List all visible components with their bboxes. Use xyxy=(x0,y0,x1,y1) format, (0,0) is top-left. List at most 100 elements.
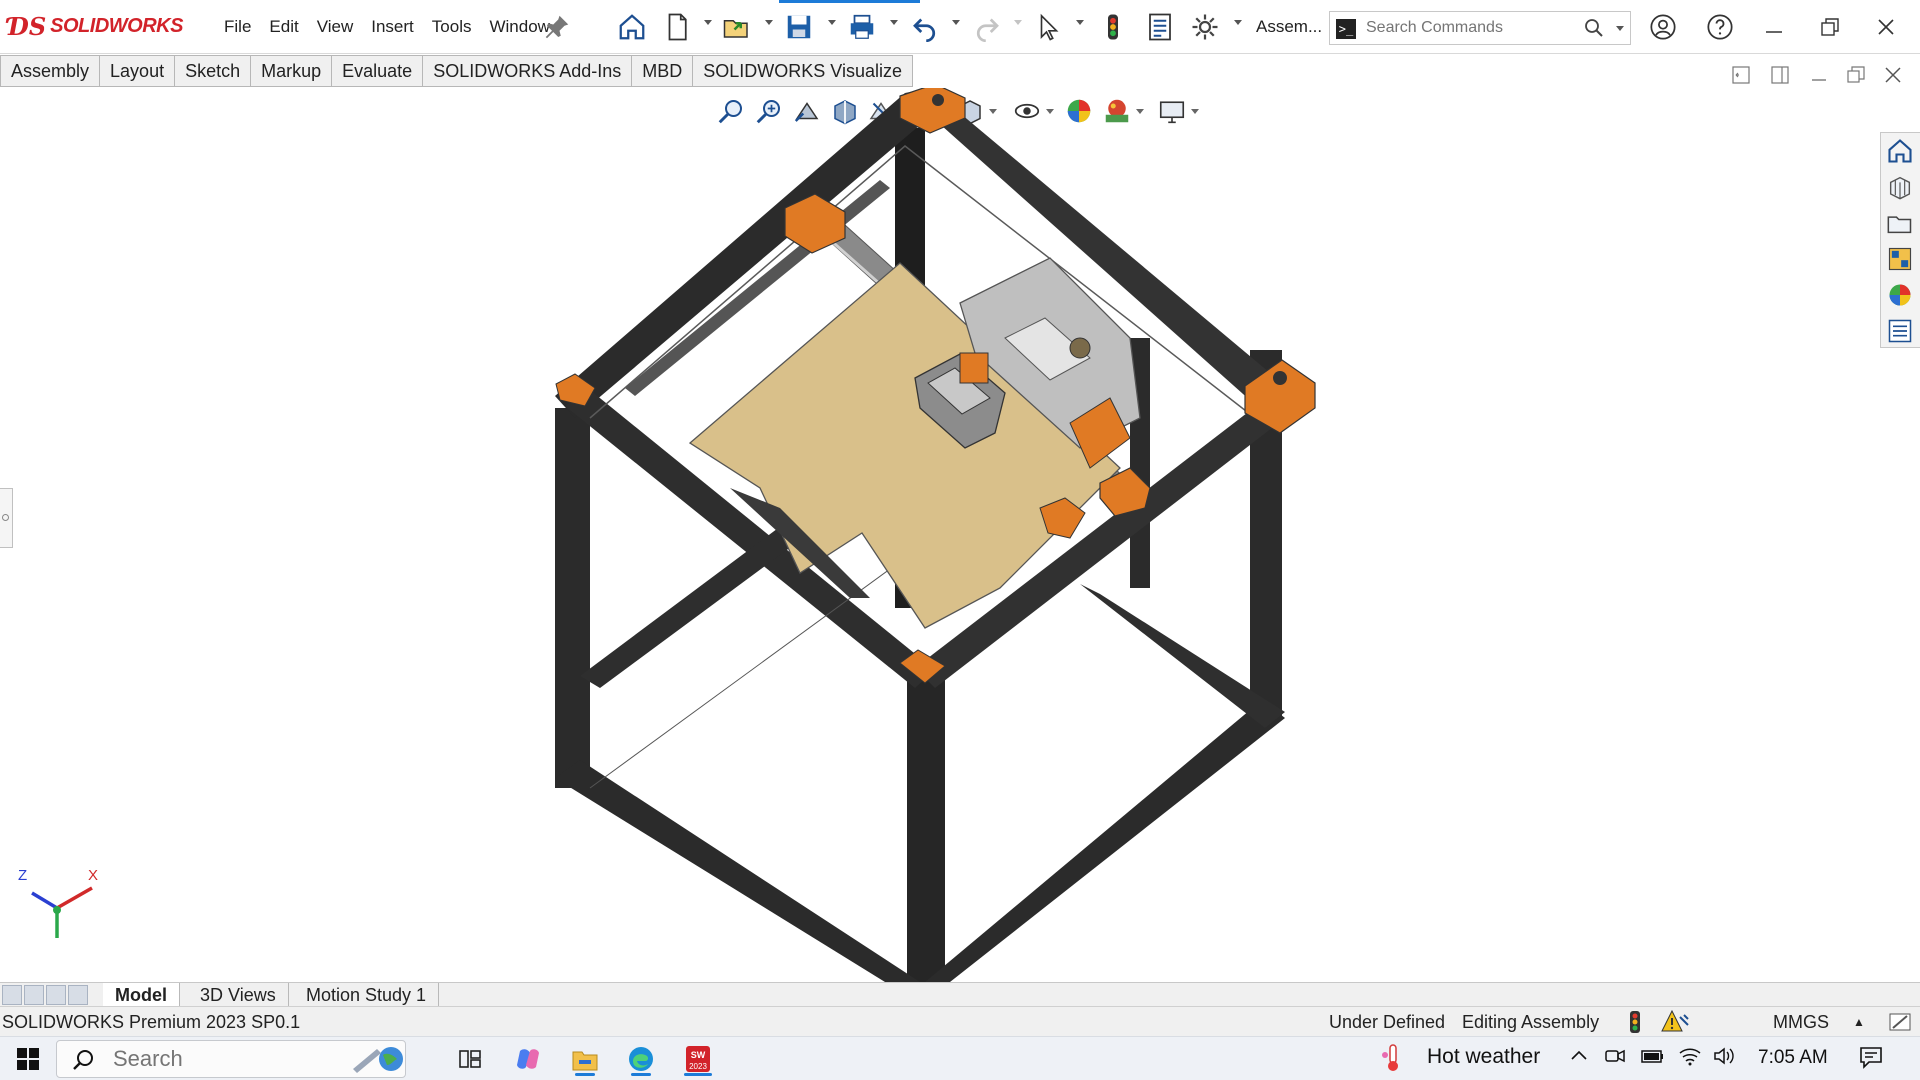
next-tab-arrow-icon[interactable] xyxy=(46,985,66,1005)
windows-search-input[interactable] xyxy=(113,1047,313,1071)
options-dropdown-icon[interactable] xyxy=(1234,20,1242,25)
menu-tools[interactable]: Tools xyxy=(423,17,481,37)
menu-view[interactable]: View xyxy=(308,17,363,37)
battery-icon[interactable] xyxy=(1640,1045,1666,1073)
pin-menu-icon[interactable] xyxy=(540,10,574,44)
doc-tile-right-icon[interactable] xyxy=(1769,64,1791,91)
unit-system-dropdown-icon[interactable]: ▲ xyxy=(1853,1015,1865,1029)
solidworks-version-badge: 2023 xyxy=(689,1062,707,1071)
printer-assembly-model[interactable] xyxy=(0,88,1920,982)
rebuild-traffic-light-icon[interactable] xyxy=(1096,10,1130,44)
windows-search-box[interactable] xyxy=(56,1040,406,1078)
unit-system-text[interactable]: MMGS xyxy=(1773,1012,1829,1033)
tab-sketch[interactable]: Sketch xyxy=(175,56,252,86)
minimize-window-icon[interactable] xyxy=(1754,12,1794,42)
tab-evaluate[interactable]: Evaluate xyxy=(332,56,424,86)
command-manager-tabs: Assembly Layout Sketch Markup Evaluate S… xyxy=(0,55,913,87)
print-icon[interactable] xyxy=(845,10,879,44)
appearances-scenes-icon[interactable] xyxy=(1881,277,1919,313)
editing-mode-text: Editing Assembly xyxy=(1462,1012,1600,1032)
show-hidden-icons-chevron[interactable] xyxy=(1568,1043,1590,1075)
user-account-icon[interactable] xyxy=(1643,12,1683,42)
tab-solidworks-visualize[interactable]: SOLIDWORKS Visualize xyxy=(693,56,912,86)
product-version-text: SOLIDWORKS Premium 2023 SP0.1 xyxy=(2,1012,301,1032)
file-properties-icon[interactable] xyxy=(1143,10,1177,44)
restore-window-icon[interactable] xyxy=(1810,12,1850,42)
view-palette-icon[interactable] xyxy=(1881,241,1919,277)
command-prompt-icon: >_ xyxy=(1336,19,1356,39)
triad-z-label: Z xyxy=(18,867,27,884)
close-window-icon[interactable] xyxy=(1866,12,1906,42)
meet-video-icon[interactable] xyxy=(1604,1045,1626,1073)
redo-icon xyxy=(970,10,1004,44)
menu-insert[interactable]: Insert xyxy=(362,17,423,37)
undo-icon[interactable] xyxy=(908,10,942,44)
solidworks-logo[interactable]: ƊS SOLIDWORKS xyxy=(8,12,183,41)
design-library-icon[interactable] xyxy=(1881,169,1919,205)
tab-3d-views[interactable]: 3D Views xyxy=(188,983,289,1007)
task-view-icon[interactable] xyxy=(452,1041,488,1077)
search-commands-box[interactable]: >_ xyxy=(1329,11,1631,45)
weather-text[interactable]: Hot weather xyxy=(1427,1045,1540,1069)
open-icon[interactable] xyxy=(720,10,754,44)
save-icon[interactable] xyxy=(782,10,816,44)
undo-dropdown-icon[interactable] xyxy=(952,20,960,25)
explorer-active-indicator xyxy=(575,1073,595,1076)
tab-solidworks-add-ins[interactable]: SOLIDWORKS Add-Ins xyxy=(423,56,633,86)
task-pane xyxy=(1880,132,1920,348)
last-tab-arrow-icon[interactable] xyxy=(68,985,88,1005)
solidworks-resources-icon[interactable] xyxy=(1881,133,1919,169)
search-icon[interactable] xyxy=(1582,16,1606,45)
previous-tab-arrow-icon[interactable] xyxy=(24,985,44,1005)
tab-markup[interactable]: Markup xyxy=(251,56,333,86)
windows-taskbar: SW 2023 Hot weather 7:05 AM xyxy=(0,1036,1920,1080)
edge-browser-icon[interactable] xyxy=(622,1041,660,1077)
tab-model[interactable]: Model xyxy=(103,983,180,1007)
help-icon[interactable] xyxy=(1700,12,1740,42)
open-dropdown-icon[interactable] xyxy=(765,20,773,25)
feature-manager-flyout-handle[interactable] xyxy=(0,488,13,548)
new-document-icon[interactable] xyxy=(660,10,694,44)
tab-mbd[interactable]: MBD xyxy=(632,56,694,86)
active-indicator xyxy=(779,0,920,3)
menu-file[interactable]: File xyxy=(215,17,260,37)
doc-close-icon[interactable] xyxy=(1882,64,1904,91)
custom-properties-icon[interactable] xyxy=(1881,313,1919,349)
home-icon[interactable] xyxy=(615,10,649,44)
title-bar: ƊS SOLIDWORKS File Edit View Insert Tool… xyxy=(0,0,1920,54)
graphics-area[interactable]: Z X xyxy=(0,88,1920,982)
copilot-icon[interactable] xyxy=(509,1041,547,1077)
search-dropdown-icon[interactable] xyxy=(1616,26,1624,31)
select-pointer-icon[interactable] xyxy=(1032,10,1066,44)
notification-center-icon[interactable] xyxy=(1858,1045,1884,1075)
tab-layout[interactable]: Layout xyxy=(100,56,176,86)
search-commands-input[interactable] xyxy=(1366,17,1576,39)
new-dropdown-icon[interactable] xyxy=(704,20,712,25)
menu-edit[interactable]: Edit xyxy=(260,17,307,37)
rebuild-status-icon[interactable] xyxy=(1626,1010,1644,1039)
customize-status-icon[interactable] xyxy=(1887,1010,1913,1039)
print-dropdown-icon[interactable] xyxy=(890,20,898,25)
clock-text[interactable]: 7:05 AM xyxy=(1758,1047,1828,1069)
file-explorer-taskbar-icon[interactable] xyxy=(566,1041,604,1077)
windows-start-icon[interactable] xyxy=(10,1041,46,1077)
file-explorer-icon[interactable] xyxy=(1881,205,1919,241)
definition-status-text: Under Defined xyxy=(1329,1012,1446,1032)
doc-tile-left-icon[interactable] xyxy=(1730,64,1752,91)
volume-icon[interactable] xyxy=(1712,1045,1736,1073)
doc-restore-icon[interactable] xyxy=(1845,64,1867,91)
flyout-dot-icon xyxy=(2,514,9,521)
windows-search-icon xyxy=(71,1047,97,1078)
edge-active-indicator xyxy=(631,1073,651,1076)
save-dropdown-icon[interactable] xyxy=(828,20,836,25)
first-tab-arrow-icon[interactable] xyxy=(2,985,22,1005)
solidworks-taskbar-icon[interactable]: SW 2023 xyxy=(679,1041,717,1077)
thermometer-weather-icon[interactable] xyxy=(1380,1043,1406,1079)
options-gear-icon[interactable] xyxy=(1188,10,1222,44)
doc-minimize-icon[interactable] xyxy=(1808,64,1830,91)
tab-motion-study-1[interactable]: Motion Study 1 xyxy=(294,983,440,1007)
ds-logo-mark: ƊS xyxy=(8,12,47,41)
tab-assembly[interactable]: Assembly xyxy=(1,56,101,86)
wifi-icon[interactable] xyxy=(1678,1045,1702,1073)
select-dropdown-icon[interactable] xyxy=(1076,20,1084,25)
